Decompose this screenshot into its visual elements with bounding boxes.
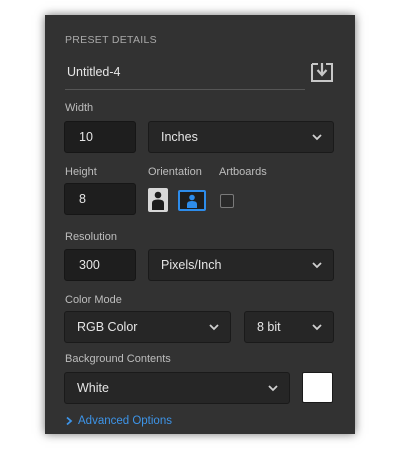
width-input[interactable]: 10 xyxy=(64,121,136,153)
color-mode-label: Color Mode xyxy=(65,294,122,306)
portrait-person-icon xyxy=(152,191,164,210)
preset-name-underline xyxy=(65,89,305,90)
color-mode-value: RGB Color xyxy=(77,320,138,334)
width-label: Width xyxy=(65,102,94,114)
artboards-label: Artboards xyxy=(219,166,267,178)
bit-depth-select[interactable]: 8 bit xyxy=(244,311,334,343)
chevron-down-icon xyxy=(312,262,322,269)
chevron-down-icon xyxy=(312,324,322,331)
portrait-orientation-button[interactable] xyxy=(148,188,168,212)
chevron-right-icon xyxy=(66,416,73,426)
bit-depth-value: 8 bit xyxy=(257,320,281,334)
width-unit-value: Inches xyxy=(161,130,198,144)
background-contents-select[interactable]: White xyxy=(64,372,290,404)
background-color-swatch[interactable] xyxy=(302,372,333,403)
advanced-options-toggle[interactable]: Advanced Options xyxy=(65,415,172,427)
section-title: PRESET DETAILS xyxy=(65,34,157,46)
advanced-options-label: Advanced Options xyxy=(78,415,172,427)
save-preset-icon xyxy=(311,63,333,82)
background-contents-value: White xyxy=(77,381,109,395)
artboards-checkbox[interactable] xyxy=(220,194,234,208)
chevron-down-icon xyxy=(312,134,322,141)
resolution-unit-select[interactable]: Pixels/Inch xyxy=(148,249,334,281)
resolution-input[interactable]: 300 xyxy=(64,249,136,281)
save-preset-button[interactable] xyxy=(310,61,334,83)
height-label: Height xyxy=(65,166,97,178)
chevron-down-icon xyxy=(209,324,219,331)
landscape-orientation-button[interactable] xyxy=(178,190,206,211)
chevron-down-icon xyxy=(268,385,278,392)
preset-details-panel: PRESET DETAILS Untitled-4 Width 10 Inche… xyxy=(45,15,355,434)
resolution-label: Resolution xyxy=(65,231,117,243)
preset-name-field[interactable]: Untitled-4 xyxy=(67,65,121,79)
landscape-person-icon xyxy=(187,194,197,208)
background-contents-label: Background Contents xyxy=(65,353,171,365)
height-input[interactable]: 8 xyxy=(64,183,136,215)
width-unit-select[interactable]: Inches xyxy=(148,121,334,153)
color-mode-select[interactable]: RGB Color xyxy=(64,311,231,343)
orientation-label: Orientation xyxy=(148,166,202,178)
resolution-unit-value: Pixels/Inch xyxy=(161,258,222,272)
